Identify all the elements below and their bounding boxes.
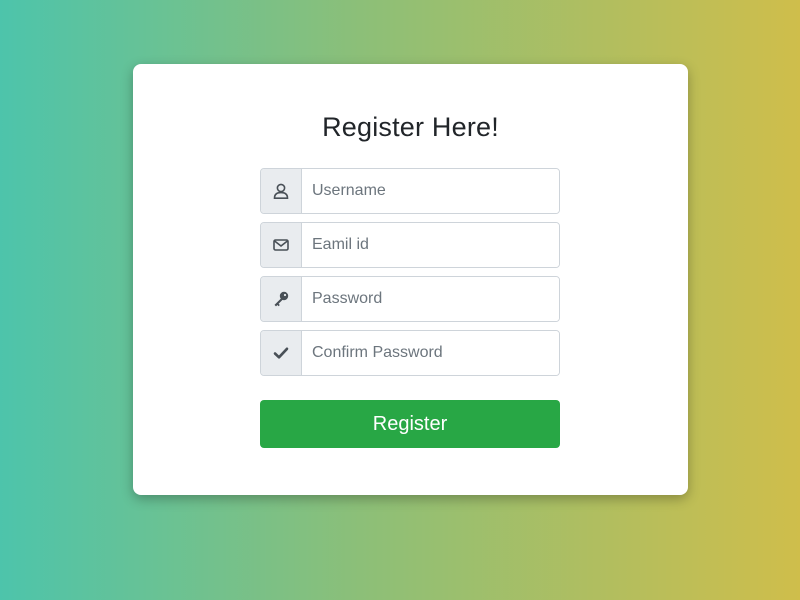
email-input[interactable] (302, 223, 559, 267)
password-field-group (260, 276, 560, 322)
confirm-password-input[interactable] (302, 331, 559, 375)
username-input[interactable] (302, 169, 559, 213)
register-card: Register Here! Username Eamil id Registe… (133, 64, 688, 495)
key-icon (261, 277, 302, 321)
register-button[interactable]: Register (260, 400, 560, 448)
password-input[interactable] (302, 277, 559, 321)
username-field-group (260, 168, 560, 214)
user-icon (261, 169, 302, 213)
confirm-password-field-group (260, 330, 560, 376)
email-field-group (260, 222, 560, 268)
page-title: Register Here! (322, 112, 499, 142)
check-icon (261, 331, 302, 375)
envelope-icon (261, 223, 302, 267)
